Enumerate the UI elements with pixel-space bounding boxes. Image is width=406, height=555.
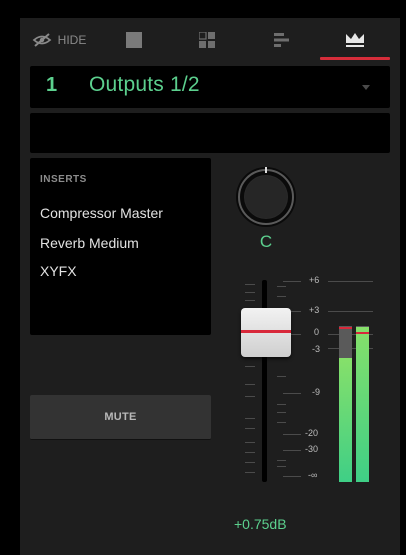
fader-tick bbox=[245, 300, 255, 301]
scale-label-0: 0 bbox=[314, 327, 320, 337]
scale-line bbox=[328, 311, 373, 312]
hide-label: HIDE bbox=[57, 33, 87, 47]
fader-tick bbox=[277, 296, 286, 297]
volume-value: +0.75dB bbox=[234, 516, 287, 532]
track-number: 1 bbox=[46, 74, 58, 96]
insert-slot-2[interactable]: Reverb Medium bbox=[40, 235, 139, 251]
volume-fader-area: +6 +3 0 -3 -9 -20 -30 -∞ bbox=[225, 266, 395, 496]
tab-master-view[interactable] bbox=[325, 18, 385, 62]
fader-tick bbox=[245, 366, 255, 367]
insert-slot-1[interactable]: Compressor Master bbox=[40, 205, 163, 221]
fader-tick bbox=[245, 452, 255, 453]
fader-tick bbox=[245, 428, 255, 429]
scale-label-minus20: -20 bbox=[305, 428, 319, 438]
fader-tick bbox=[245, 472, 255, 473]
grid-icon bbox=[199, 32, 215, 48]
scale-label-plus6: +6 bbox=[309, 275, 320, 285]
bars-icon bbox=[274, 33, 289, 47]
fader-tick bbox=[245, 396, 255, 397]
pan-knob[interactable] bbox=[235, 166, 297, 228]
track-name: Outputs 1/2 bbox=[89, 73, 200, 96]
fader-tick bbox=[245, 418, 255, 419]
track-selector[interactable]: 1 Outputs 1/2 bbox=[30, 66, 390, 108]
fader-tick bbox=[277, 404, 286, 405]
scale-line bbox=[283, 476, 301, 477]
fader-tick bbox=[277, 286, 286, 287]
crown-icon bbox=[346, 33, 364, 47]
inserts-panel: INSERTS Compressor Master Reverb Medium … bbox=[30, 158, 211, 335]
fader-tick bbox=[277, 376, 286, 377]
fader-tick bbox=[277, 460, 286, 461]
scale-label-minus-infinity: -∞ bbox=[308, 470, 318, 480]
inserts-title: INSERTS bbox=[40, 174, 87, 185]
peak-right bbox=[356, 332, 369, 334]
scale-line bbox=[328, 281, 373, 282]
fader-tick bbox=[245, 462, 255, 463]
peak-left bbox=[339, 327, 352, 329]
pan-value: C bbox=[259, 232, 273, 251]
mute-label: MUTE bbox=[104, 411, 137, 423]
insert-slot-3[interactable]: XYFX bbox=[40, 263, 77, 279]
fader-tick bbox=[245, 292, 255, 293]
fader-indicator-line bbox=[241, 330, 291, 333]
tab-grid-view[interactable] bbox=[177, 18, 237, 62]
fader-tick bbox=[245, 442, 255, 443]
dropdown-arrow-icon bbox=[362, 85, 370, 90]
square-icon bbox=[126, 32, 142, 48]
scale-line bbox=[283, 450, 301, 451]
fader-tick bbox=[277, 412, 286, 413]
scale-label-plus3: +3 bbox=[309, 305, 320, 315]
fader-tick bbox=[277, 466, 286, 467]
scale-label-minus3: -3 bbox=[312, 344, 321, 354]
mute-button[interactable]: MUTE bbox=[30, 395, 211, 440]
scale-label-minus9: -9 bbox=[312, 387, 321, 397]
scale-line bbox=[283, 393, 301, 394]
meter-right bbox=[356, 327, 369, 482]
mixer-window: HIDE 1 Outputs 1/2 INSERTS Compressor Ma… bbox=[0, 0, 406, 555]
tab-single-view[interactable] bbox=[104, 18, 164, 62]
hide-button[interactable]: HIDE bbox=[20, 18, 98, 62]
fader-tick bbox=[245, 384, 255, 385]
scale-line bbox=[283, 434, 301, 435]
scale-line bbox=[283, 281, 301, 282]
meter-left bbox=[339, 358, 352, 482]
tab-bars-view[interactable] bbox=[252, 18, 312, 62]
fader-tick bbox=[245, 284, 255, 285]
volume-fader-handle[interactable] bbox=[241, 308, 291, 357]
eye-slash-icon bbox=[32, 33, 52, 47]
track-name-field[interactable] bbox=[30, 113, 390, 153]
active-tab-indicator bbox=[320, 57, 390, 60]
scale-label-minus30: -30 bbox=[305, 444, 319, 454]
channel-strip-panel: HIDE 1 Outputs 1/2 INSERTS Compressor Ma… bbox=[20, 18, 400, 555]
fader-tick bbox=[277, 422, 286, 423]
